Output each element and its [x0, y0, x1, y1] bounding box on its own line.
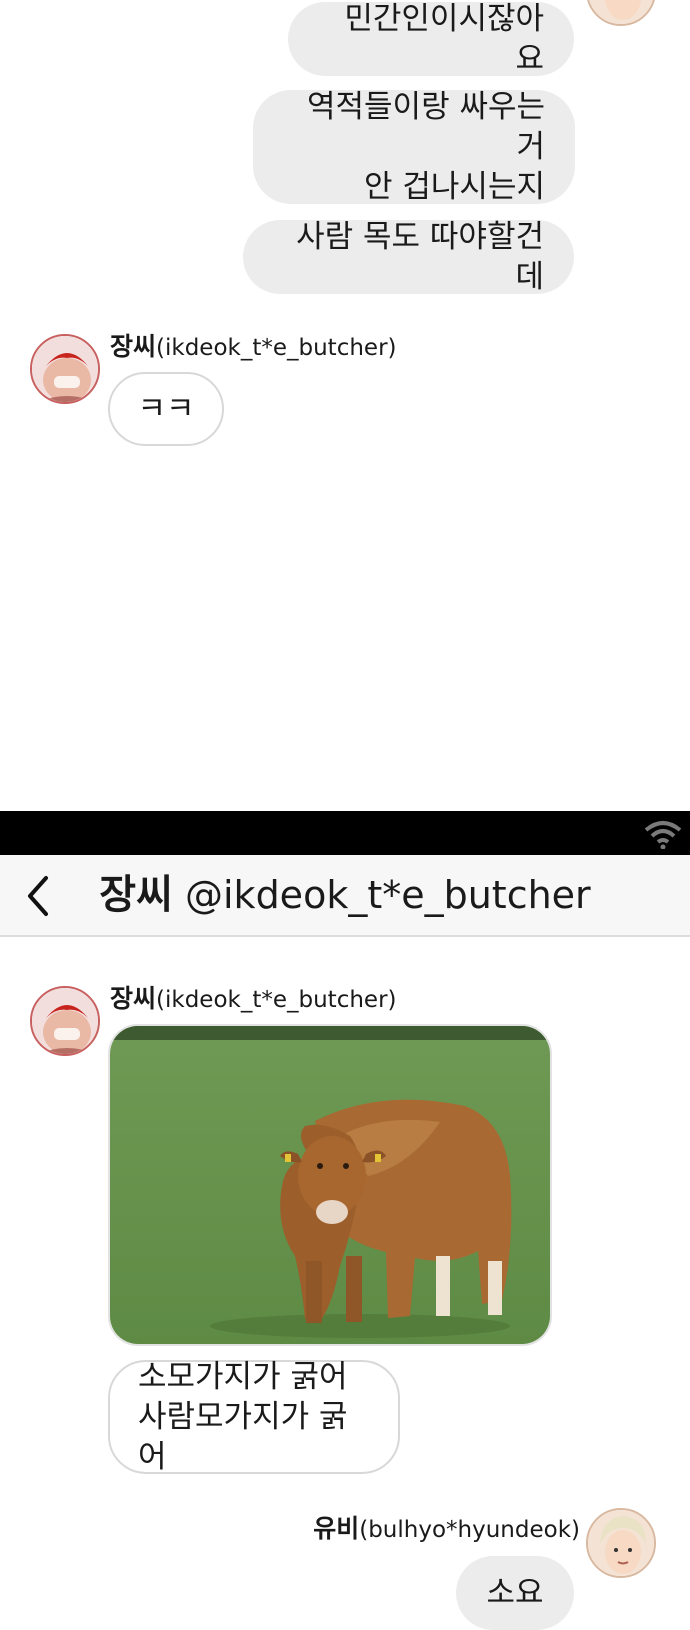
incoming-message-bubble[interactable]: ㅋㅋ — [108, 372, 224, 446]
outgoing-message-bubble[interactable]: 소요 — [456, 1556, 574, 1630]
avatar-yubi-top — [586, 0, 656, 26]
chat-header: 장씨 @ikdeok_t*e_butcher — [0, 855, 690, 937]
message-text: ㅋㅋ — [137, 391, 195, 427]
incoming-message-bubble[interactable]: 소모가지가 굵어 사람모가지가 굵어 — [108, 1359, 400, 1475]
message-text: 소요 — [486, 1575, 544, 1611]
sender-name: 장씨 — [110, 332, 157, 361]
sender-label: 유비(bulhyo*hyundeok) — [313, 1514, 580, 1545]
sender-name: 유비 — [313, 1514, 360, 1543]
wifi-icon — [644, 821, 682, 849]
message-text: 민간인이시잖아요 — [344, 1, 544, 77]
sender-label: 장씨(ikdeok_t*e_butcher) — [110, 332, 397, 363]
outgoing-message-bubble[interactable]: 역적들이랑 싸우는거 안 겁나시는지 — [253, 89, 575, 205]
title-name: 장씨 — [99, 872, 173, 918]
message-text: 사람 목도 따야할건데 — [296, 219, 544, 295]
title-handle: @ikdeok_t*e_butcher — [185, 873, 591, 917]
bull-photo[interactable] — [108, 1024, 552, 1346]
status-bar — [0, 811, 690, 855]
avatar-jangssi[interactable] — [30, 334, 100, 404]
avatar-yubi[interactable] — [586, 1508, 656, 1578]
sender-handle: (ikdeok_t*e_butcher) — [156, 987, 397, 1013]
outgoing-message-bubble[interactable]: 민간인이시잖아요 — [288, 1, 574, 77]
chat-title: 장씨 @ikdeok_t*e_butcher — [0, 855, 690, 935]
avatar-jangssi[interactable] — [30, 986, 100, 1056]
sender-name: 장씨 — [110, 984, 157, 1013]
sender-handle: (bulhyo*hyundeok) — [359, 1517, 580, 1543]
message-text: 역적들이랑 싸우는거 안 겁나시는지 — [306, 89, 545, 205]
message-text: 소모가지가 굵어 사람모가지가 굵어 — [138, 1359, 348, 1475]
sender-label: 장씨(ikdeok_t*e_butcher) — [110, 984, 397, 1015]
sender-handle: (ikdeok_t*e_butcher) — [156, 335, 397, 361]
outgoing-message-bubble[interactable]: 사람 목도 따야할건데 — [243, 219, 574, 295]
